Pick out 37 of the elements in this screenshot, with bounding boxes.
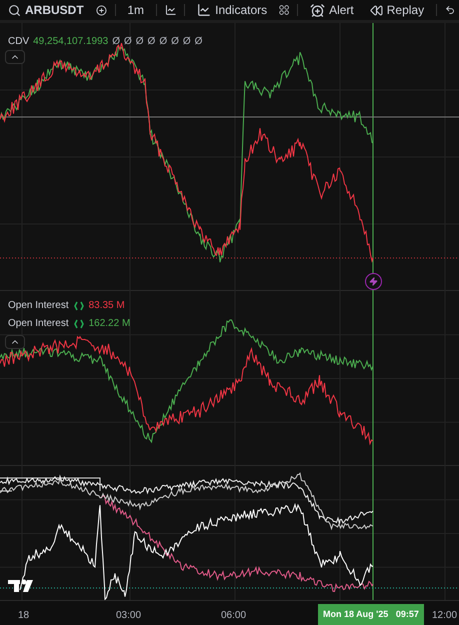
search-icon <box>8 4 21 16</box>
empty-value: Ø <box>124 35 132 49</box>
time-label: 03:00 <box>116 609 142 623</box>
empty-value: Ø <box>136 35 144 49</box>
logo-icon <box>8 580 33 592</box>
time-label: 06:00 <box>221 609 246 623</box>
add-symbol-icon[interactable] <box>96 2 107 18</box>
alarm-icon <box>310 2 326 18</box>
grid-icon[interactable] <box>279 3 290 17</box>
indicators-button[interactable]: Indicators <box>193 1 272 19</box>
rewind-icon <box>370 4 383 16</box>
chart-type-icon[interactable] <box>164 2 176 18</box>
empty-value: Ø <box>159 35 168 49</box>
indicator-label: CDV <box>8 35 30 49</box>
undo-icon[interactable] <box>444 3 456 17</box>
crosshair-time-label: Mon 18 Aug '25 09:57 <box>318 604 424 625</box>
collapse-button[interactable] <box>5 335 25 349</box>
indicator-value: 83.35 M <box>88 299 125 313</box>
indicator-label: Open Interest <box>8 317 69 331</box>
interval-button[interactable]: 1m <box>123 1 148 19</box>
empty-value: Ø <box>171 35 179 49</box>
indicator-value: 162.22 M <box>88 317 130 331</box>
code-brackets-icon <box>74 318 84 328</box>
indicator-value: 49,254,107.1993 <box>33 35 108 49</box>
empty-value: Ø <box>194 35 202 49</box>
alert-button[interactable]: Alert <box>306 1 358 19</box>
symbol-search-button[interactable]: ARBUSDT <box>4 1 88 19</box>
time-label: 12:00 <box>432 609 458 623</box>
empty-value: Ø <box>148 35 156 49</box>
replay-button[interactable]: Replay <box>366 1 428 19</box>
empty-value: Ø <box>112 35 120 49</box>
time-label: 18 <box>18 609 30 623</box>
code-brackets-icon <box>74 300 84 310</box>
lightning-icon <box>369 277 378 286</box>
event-marker[interactable] <box>365 273 382 290</box>
empty-value: Ø <box>182 35 191 49</box>
indicator-label: Open Interest <box>8 299 69 313</box>
